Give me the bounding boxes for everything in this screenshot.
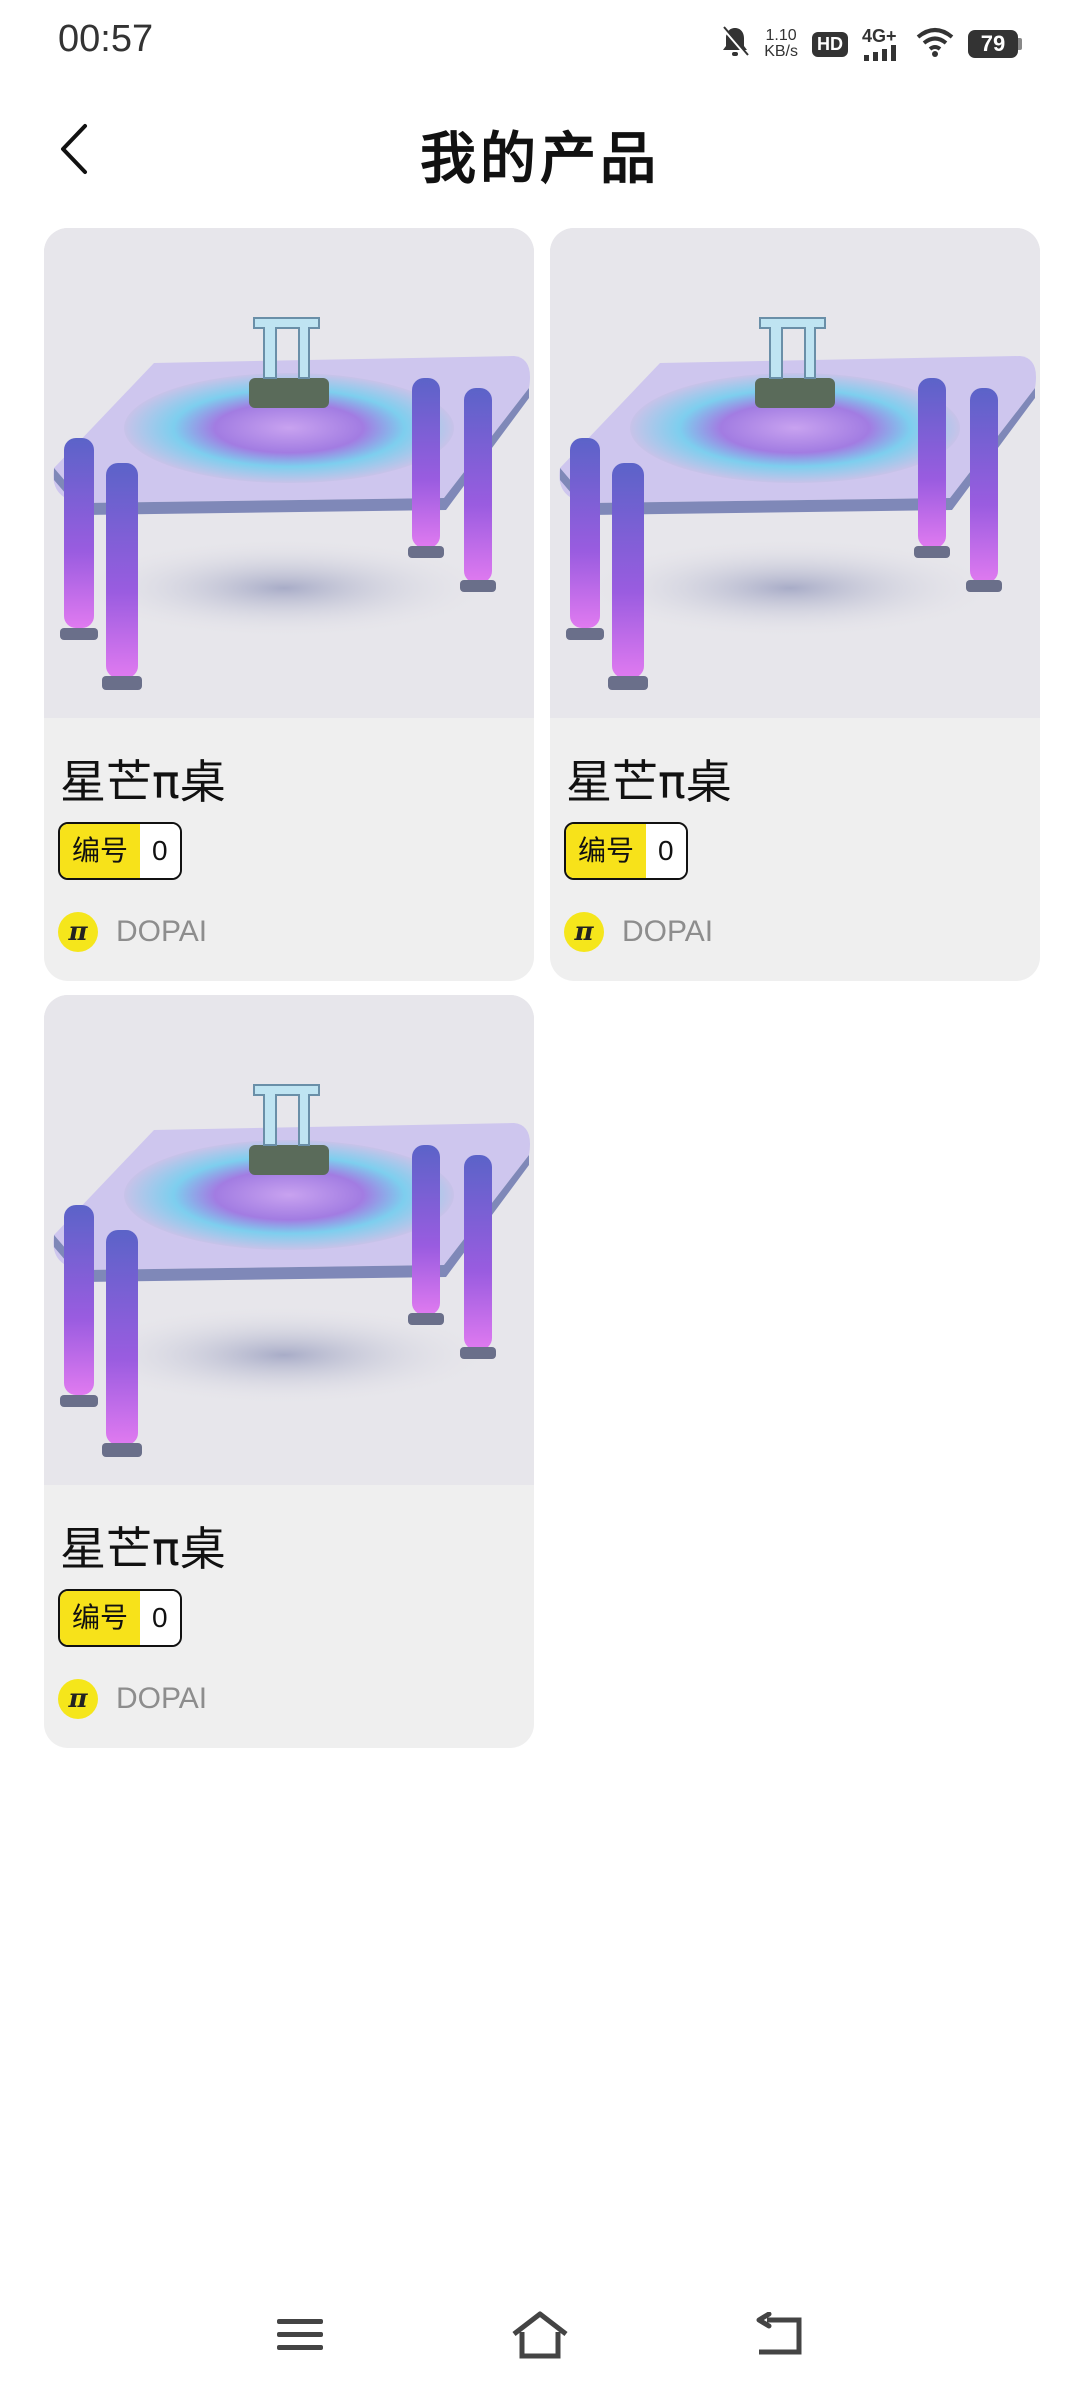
tag-label: 编号 <box>60 1591 141 1645</box>
mute-bell-icon <box>720 25 750 63</box>
menu-button[interactable] <box>260 2300 340 2370</box>
brand-row: π DOPAI <box>58 912 207 952</box>
home-button[interactable] <box>500 2300 580 2370</box>
status-icons: 1.10 KB/s HD 4G+ 79 <box>720 22 1022 66</box>
page-title: 我的产品 <box>420 127 660 192</box>
brand-row: π DOPAI <box>564 912 713 952</box>
net-speed-unit: KB/s <box>764 43 798 60</box>
product-title: 星芒π桌 <box>566 755 732 809</box>
system-nav-bar <box>0 2280 1080 2400</box>
tag-value: 0 <box>140 824 180 878</box>
product-card[interactable]: 星芒π桌 编号 0 π DOPAI <box>44 995 534 1748</box>
menu-icon <box>277 2319 323 2350</box>
return-icon <box>756 2312 802 2355</box>
home-icon <box>512 2311 568 2359</box>
product-grid: 星芒π桌 编号 0 π DOPAI 星芒π桌 编号 0 π DOPAI 星芒π桌… <box>44 228 1040 1748</box>
net-speed-value: 1.10 <box>765 27 797 44</box>
product-title: 星芒π桌 <box>60 755 226 809</box>
wifi-icon <box>916 27 954 61</box>
battery-level: 79 <box>968 30 1018 58</box>
brand-name: DOPAI <box>116 915 208 948</box>
header: 我的产品 <box>0 84 1080 214</box>
status-bar: 00:57 1.10 KB/s HD 4G+ 79 <box>0 0 1080 84</box>
brand-name: DOPAI <box>622 915 714 948</box>
tag-label: 编号 <box>566 824 647 878</box>
brand-row: π DOPAI <box>58 1679 207 1719</box>
product-title: 星芒π桌 <box>60 1522 226 1576</box>
tag-value: 0 <box>140 1591 180 1645</box>
hd-badge: HD <box>812 31 848 57</box>
status-time: 00:57 <box>58 18 154 60</box>
product-image <box>44 228 534 718</box>
network-type: 4G+ <box>862 26 897 46</box>
product-card[interactable]: 星芒π桌 编号 0 π DOPAI <box>44 228 534 981</box>
brand-logo: π <box>58 1679 98 1719</box>
product-number-tag: 编号 0 <box>58 1589 182 1647</box>
return-button[interactable] <box>740 2300 820 2370</box>
product-image <box>44 995 534 1485</box>
signal-icon: 4G+ <box>862 27 902 61</box>
net-speed: 1.10 KB/s <box>764 28 798 60</box>
product-number-tag: 编号 0 <box>58 822 182 880</box>
battery-icon: 79 <box>968 30 1022 58</box>
tag-value: 0 <box>646 824 686 878</box>
brand-logo: π <box>564 912 604 952</box>
product-image <box>550 228 1040 718</box>
brand-logo: π <box>58 912 98 952</box>
tag-label: 编号 <box>60 824 141 878</box>
brand-name: DOPAI <box>116 1682 208 1715</box>
product-number-tag: 编号 0 <box>564 822 688 880</box>
battery-tip <box>1018 38 1022 50</box>
product-card[interactable]: 星芒π桌 编号 0 π DOPAI <box>550 228 1040 981</box>
